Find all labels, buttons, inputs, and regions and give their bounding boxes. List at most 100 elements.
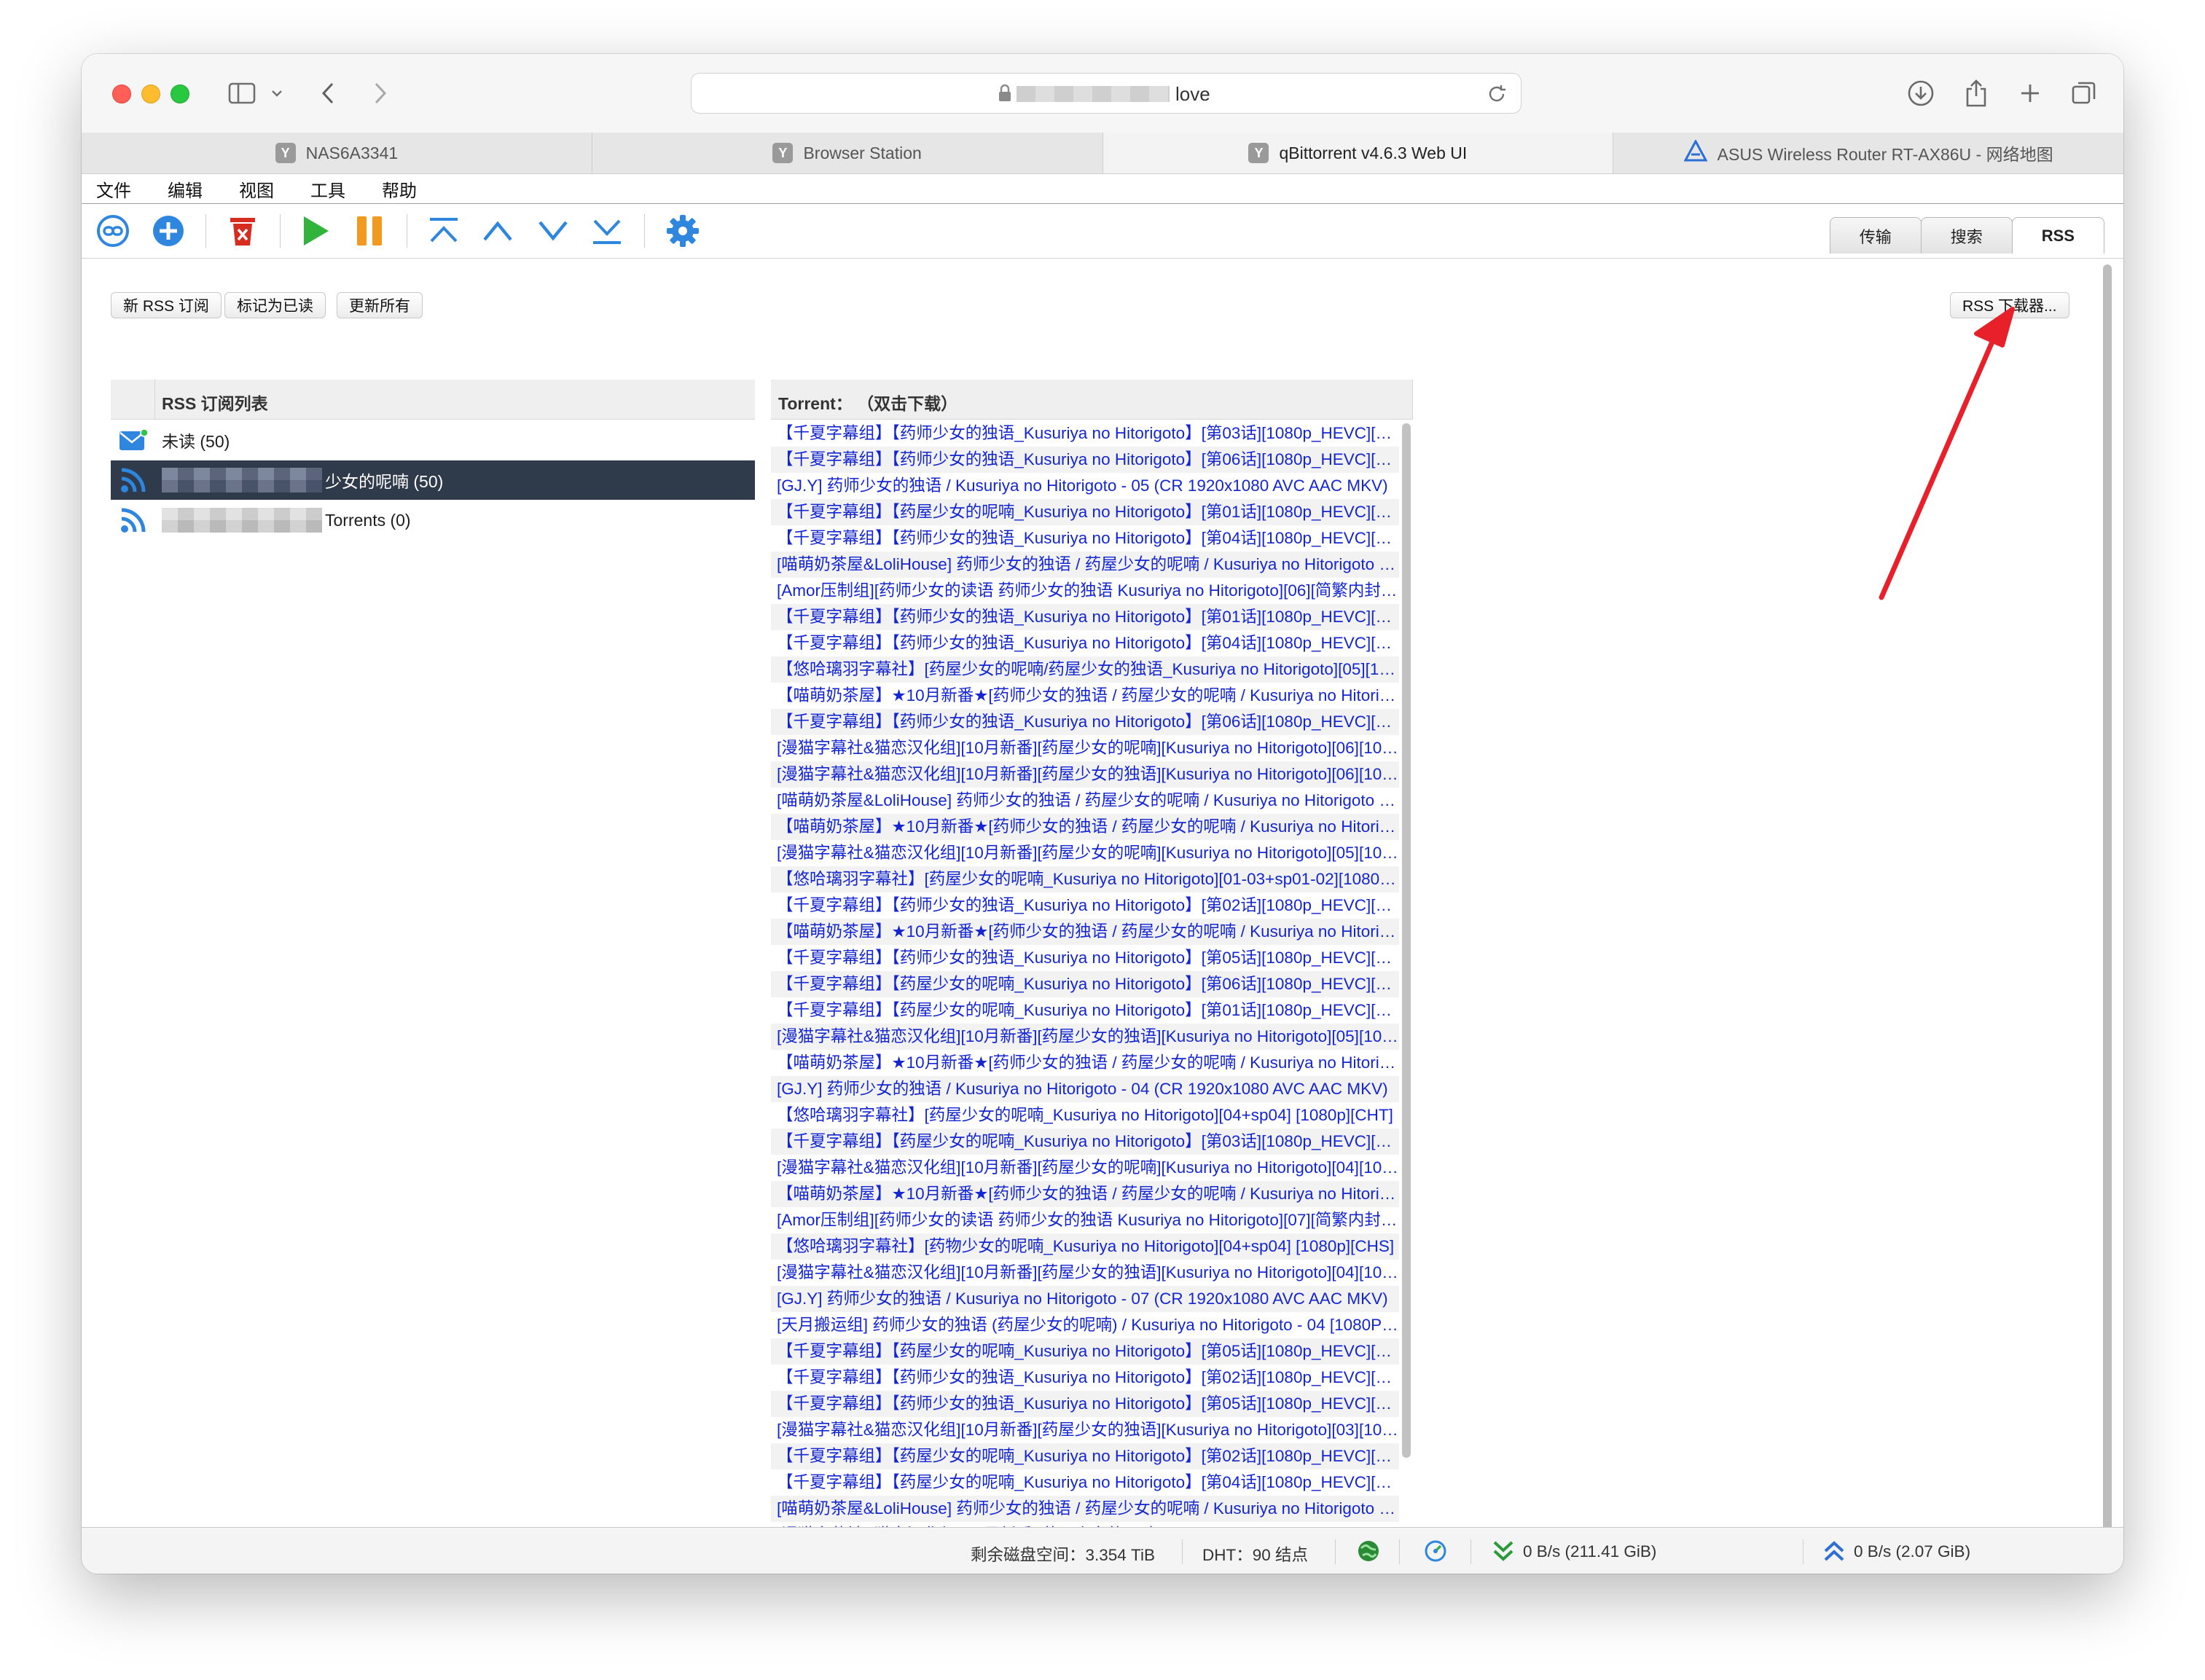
torrent-item[interactable]: 【千夏字幕组】【药屋少女的呢喃_Kusuriya no Hitorigoto】[… [771,499,1399,525]
chevron-down-icon[interactable] [268,76,286,111]
torrent-item[interactable]: [天月搬运组] 药师少女的独语 (药屋少女的呢喃) / Kusuriya no … [771,1312,1399,1338]
torrent-item[interactable]: 【千夏字幕组】【药师少女的独语_Kusuriya no Hitorigoto】[… [771,892,1399,919]
address-bar[interactable]: love [691,73,1521,114]
torrent-item[interactable]: [喵萌奶茶屋&LoliHouse] 药师少女的独语 / 药屋少女的呢喃 / Ku… [771,552,1399,578]
torrent-item[interactable]: [漫猫字幕社&猫恋汉化组][10月新番][药屋少女的独语][Kusuriya n… [771,1024,1399,1050]
tab-qbittorrent[interactable]: Y qBittorrent v4.6.3 Web UI [1102,133,1614,173]
torrent-item[interactable]: 【千夏字幕组】【药屋少女的呢喃_Kusuriya no Hitorigoto】[… [771,1469,1399,1496]
torrent-item[interactable]: 【千夏字幕组】【药师少女的独语_Kusuriya no Hitorigoto】[… [771,447,1399,473]
torrent-item[interactable]: 【喵萌奶茶屋】★10月新番★[药师少女的独语 / 药屋少女的呢喃 / Kusur… [771,1050,1399,1076]
close-window-button[interactable] [112,85,131,103]
download-speed: 0 B/s (211.41 GiB) [1523,1542,1657,1561]
menu-file[interactable]: 文件 [96,176,131,202]
speed-limit-icon[interactable] [1424,1539,1447,1567]
torrent-item[interactable]: [漫猫字幕社&猫恋汉化组][10月新番][药屋少女的呢喃][Kusuriya n… [771,735,1399,761]
torrent-item[interactable]: [漫猫字幕社&猫恋汉化组][10月新番][药屋少女的呢喃][Kusuriya n… [771,840,1399,866]
page-scrollbar[interactable] [2103,264,2112,1569]
torrent-item[interactable]: [GJ.Y] 药师少女的独语 / Kusuriya no Hitorigoto … [771,473,1399,499]
browser-toolbar: love [82,54,2123,133]
new-rss-feed-button[interactable]: 新 RSS 订阅 [111,292,222,318]
tab-search[interactable]: 搜索 [1920,217,2013,254]
pause-icon[interactable] [353,214,386,248]
menu-help[interactable]: 帮助 [382,176,417,202]
reload-icon[interactable] [1486,83,1508,109]
move-down-icon[interactable] [536,214,570,248]
site-favicon: Y [772,143,794,163]
app-toolbar [82,204,2123,259]
rss-feed-list: RSS 订阅列表 未读 (50) 少女的呢喃 (50) Torrents (0) [111,380,755,541]
mark-as-read-button[interactable]: 标记为已读 [224,292,326,318]
share-icon[interactable] [1959,76,1994,111]
tab-rss[interactable]: RSS [2011,217,2104,254]
menu-view[interactable]: 视图 [239,176,274,202]
torrent-item[interactable]: 【千夏字幕组】【药师少女的独语_Kusuriya no Hitorigoto】[… [771,1391,1399,1417]
settings-icon[interactable] [666,214,700,248]
move-top-icon[interactable] [427,214,461,248]
torrent-item[interactable]: 【千夏字幕组】【药师少女的独语_Kusuriya no Hitorigoto】[… [771,1365,1399,1391]
free-disk-space: 剩余磁盘空间：3.354 TiB [971,1546,1155,1564]
torrent-item[interactable]: 【悠哈璃羽字幕社】[药屋少女的呢喃/药屋少女的独语_Kusuriya no Hi… [771,656,1399,683]
torrent-item[interactable]: [漫猫字幕社&猫恋汉化组][10月新番][药屋少女的独语][Kusuriya n… [771,1260,1399,1286]
update-all-button[interactable]: 更新所有 [337,292,423,318]
torrent-item[interactable]: 【千夏字幕组】【药屋少女的呢喃_Kusuriya no Hitorigoto】[… [771,1443,1399,1469]
feed-torrents[interactable]: Torrents (0) [111,501,755,540]
torrent-item[interactable]: 【千夏字幕组】【药师少女的独语_Kusuriya no Hitorigoto】[… [771,630,1399,656]
connection-status-icon[interactable] [1357,1539,1380,1567]
torrent-item[interactable]: 【悠哈璃羽字幕社】[药屋少女的呢喃_Kusuriya no Hitorigoto… [771,866,1399,892]
torrent-item[interactable]: 【喵萌奶茶屋】★10月新番★[药师少女的独语 / 药屋少女的呢喃 / Kusur… [771,1181,1399,1207]
rss-panel: 新 RSS 订阅 标记为已读 更新所有 RSS 下载器... RSS 订阅列表 … [82,259,2112,1574]
tab-nas[interactable]: Y NAS6A3341 [82,133,592,173]
torrent-item[interactable]: 【千夏字幕组】【药屋少女的呢喃_Kusuriya no Hitorigoto】[… [771,1338,1399,1365]
menu-edit[interactable]: 编辑 [168,176,203,202]
sidebar-toggle-icon[interactable] [224,76,259,111]
torrent-item[interactable]: 【喵萌奶茶屋】★10月新番★[药师少女的独语 / 药屋少女的呢喃 / Kusur… [771,814,1399,840]
lock-icon [998,84,1012,106]
torrent-item[interactable]: 【千夏字幕组】【药屋少女的呢喃_Kusuriya no Hitorigoto】[… [771,971,1399,997]
torrent-item[interactable]: 【千夏字幕组】【药师少女的独语_Kusuriya no Hitorigoto】[… [771,604,1399,630]
zoom-window-button[interactable] [171,85,189,103]
torrent-item[interactable]: [GJ.Y] 药师少女的独语 / Kusuriya no Hitorigoto … [771,1286,1399,1312]
torrent-item[interactable]: 【喵萌奶茶屋】★10月新番★[药师少女的独语 / 药屋少女的呢喃 / Kusur… [771,683,1399,709]
torrent-item[interactable]: [Amor压制组][药师少女的读语 药师少女的独语 Kusuriya no Hi… [771,578,1399,604]
torrent-item[interactable]: 【千夏字幕组】【药师少女的独语_Kusuriya no Hitorigoto】[… [771,525,1399,552]
resume-icon[interactable] [299,214,332,248]
tab-overview-icon[interactable] [2067,76,2102,111]
torrent-item[interactable]: [漫猫字幕社&猫恋汉化组][10月新番][药屋少女的独语][Kusuriya n… [771,761,1399,788]
torrent-item[interactable]: [漫猫字幕社&猫恋汉化组][10月新番][药屋少女的呢喃][Kusuriya n… [771,1155,1399,1181]
torrent-item[interactable]: [GJ.Y] 药师少女的独语 / Kusuriya no Hitorigoto … [771,1076,1399,1102]
feed-selected[interactable]: 少女的呢喃 (50) [111,460,755,500]
add-torrent-icon[interactable] [152,214,185,248]
rss-downloader-button[interactable]: RSS 下载器... [1950,292,2069,318]
downloads-icon[interactable] [1903,76,1938,111]
add-link-icon[interactable] [96,214,130,248]
torrent-item[interactable]: 【千夏字幕组】【药师少女的独语_Kusuriya no Hitorigoto】[… [771,420,1399,447]
torrent-item[interactable]: 【千夏字幕组】【药师少女的独语_Kusuriya no Hitorigoto】[… [771,709,1399,735]
feed-label: 少女的呢喃 (50) [325,472,444,491]
torrent-item[interactable]: 【千夏字幕组】【药师少女的独语_Kusuriya no Hitorigoto】[… [771,945,1399,971]
torrent-item[interactable]: 【悠哈璃羽字幕社】[药屋少女的呢喃_Kusuriya no Hitorigoto… [771,1102,1399,1128]
back-icon[interactable] [313,76,342,111]
move-up-icon[interactable] [481,214,514,248]
torrent-item[interactable]: 【喵萌奶茶屋】★10月新番★[药师少女的独语 / 药屋少女的呢喃 / Kusur… [771,919,1399,945]
feed-label: 未读 (50) [162,432,230,451]
menu-tools[interactable]: 工具 [310,176,345,202]
torrent-list-scrollbar[interactable] [1402,423,1411,1458]
move-bottom-icon[interactable] [590,214,624,248]
tab-transfers[interactable]: 传输 [1829,217,1922,254]
torrent-item[interactable]: [喵萌奶茶屋&LoliHouse] 药师少女的独语 / 药屋少女的呢喃 / Ku… [771,788,1399,814]
tab-browser-station[interactable]: Y Browser Station [592,133,1103,173]
delete-icon[interactable] [226,214,259,248]
tab-asus-router[interactable]: ASUS Wireless Router RT-AX86U - 网络地图 [1613,133,2123,173]
torrent-item[interactable]: [喵萌奶茶屋&LoliHouse] 药师少女的独语 / 药屋少女的呢喃 / Ku… [771,1496,1399,1522]
torrent-item[interactable]: 【千夏字幕组】【药屋少女的呢喃_Kusuriya no Hitorigoto】[… [771,1128,1399,1155]
torrent-item[interactable]: [Amor压制组][药师少女的读语 药师少女的独语 Kusuriya no Hi… [771,1207,1399,1233]
forward-icon[interactable] [366,76,395,111]
feed-list-title: RSS 订阅列表 [162,394,268,413]
torrent-item[interactable]: [漫猫字幕社&猫恋汉化组][10月新番][药屋少女的独语][Kusuriya n… [771,1417,1399,1443]
torrent-item[interactable]: 【千夏字幕组】【药屋少女的呢喃_Kusuriya no Hitorigoto】[… [771,997,1399,1024]
torrent-item[interactable]: 【悠哈璃羽字幕社】[药物少女的呢喃_Kusuriya no Hitorigoto… [771,1233,1399,1260]
minimize-window-button[interactable] [141,85,160,103]
tab-label: NAS6A3341 [305,143,399,162]
new-tab-icon[interactable] [2013,76,2048,111]
feed-unread[interactable]: 未读 (50) [111,420,755,460]
